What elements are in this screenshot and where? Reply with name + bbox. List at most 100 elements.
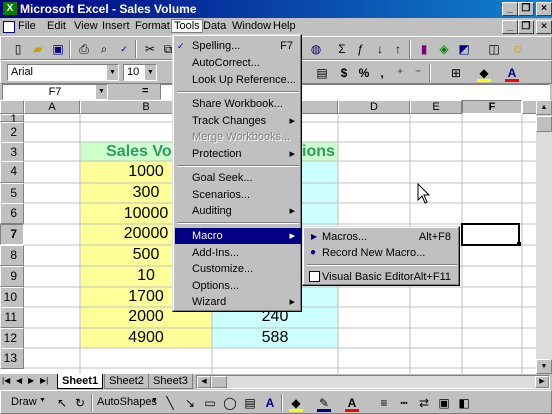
dash-style-icon[interactable]: ┅: [395, 394, 413, 412]
menu-insert[interactable]: Insert: [102, 20, 130, 32]
vertical-scrollbar[interactable]: ▲ ▼: [536, 100, 552, 374]
name-box[interactable]: F7: [2, 84, 108, 100]
tab-last-icon[interactable]: ▶|: [40, 376, 48, 385]
row-header-13[interactable]: 13: [0, 348, 24, 369]
doc-minimize-button[interactable]: _: [502, 20, 518, 34]
increase-decimal-icon[interactable]: ⁺: [391, 64, 409, 82]
row-header-5[interactable]: 5: [0, 183, 24, 204]
percent-button[interactable]: %: [355, 64, 373, 82]
cell-c12[interactable]: 588: [212, 328, 338, 348]
doc-close-button[interactable]: ×: [536, 20, 552, 34]
rectangle-icon[interactable]: ▭: [201, 394, 219, 412]
new-icon[interactable]: ▯: [9, 40, 27, 58]
oval-icon[interactable]: ◯: [221, 394, 239, 412]
scroll-left-icon[interactable]: ◀: [197, 376, 211, 388]
cell-b12[interactable]: 4900: [80, 328, 212, 348]
menu-view[interactable]: View: [74, 20, 98, 32]
horizontal-scrollbar[interactable]: ◀ ▶: [196, 375, 550, 389]
wordart-icon[interactable]: A: [261, 394, 279, 412]
menu-format[interactable]: Format: [135, 20, 170, 32]
menu-item-share-workbook[interactable]: Share Workbook...: [175, 96, 301, 112]
print-preview-icon[interactable]: ⌕: [95, 40, 113, 58]
sort-descending-icon[interactable]: ↑: [389, 40, 407, 58]
row-header-12[interactable]: 12: [0, 328, 24, 349]
menu-file[interactable]: File: [18, 20, 36, 32]
menu-tools[interactable]: Tools: [171, 19, 203, 33]
row-header-6[interactable]: 6: [0, 203, 24, 224]
menu-item-customize[interactable]: Customize...: [175, 261, 301, 277]
web-icon[interactable]: ◍: [307, 40, 325, 58]
arrow-icon[interactable]: ↘: [181, 394, 199, 412]
doc-restore-button[interactable]: ❐: [518, 20, 534, 34]
menu-item-visual-basic-editor[interactable]: Visual Basic Editor Alt+F11: [305, 269, 459, 285]
line-style-icon[interactable]: ≡: [375, 394, 393, 412]
menu-item-auditing[interactable]: Auditing ▸: [175, 203, 301, 219]
menu-edit[interactable]: Edit: [47, 20, 66, 32]
menu-item-macros[interactable]: ▶ Macros... Alt+F8: [305, 229, 459, 245]
tab-next-icon[interactable]: ▶: [28, 376, 34, 385]
row-header-1[interactable]: 1: [0, 113, 24, 125]
tab-first-icon[interactable]: |◀: [2, 376, 10, 385]
row-header-8[interactable]: 8: [0, 245, 24, 266]
zoom-icon[interactable]: ◫: [485, 40, 503, 58]
autosum-icon[interactable]: Σ: [333, 40, 351, 58]
tab-prev-icon[interactable]: ◀: [16, 376, 22, 385]
menu-item-wizard[interactable]: Wizard ▸: [175, 294, 301, 310]
row-header-3[interactable]: 3: [0, 142, 24, 163]
tab-sheet1[interactable]: Sheet1: [57, 374, 104, 389]
row-header-10[interactable]: 10: [0, 287, 24, 308]
currency-button[interactable]: $: [335, 64, 353, 82]
menu-item-scenarios[interactable]: Scenarios...: [175, 187, 301, 203]
menu-item-macro[interactable]: Macro ▸: [175, 228, 301, 244]
draw-menu-button[interactable]: Draw: [11, 396, 37, 408]
size-dropdown-icon[interactable]: ▼: [145, 65, 156, 80]
save-icon[interactable]: ▣: [49, 40, 67, 58]
cut-icon[interactable]: ✂: [141, 40, 159, 58]
row-header-11[interactable]: 11: [0, 307, 24, 328]
spelling-icon[interactable]: ✓: [115, 40, 133, 58]
row-header-2[interactable]: 2: [0, 122, 24, 143]
cell-c3[interactable]: ions: [302, 142, 338, 162]
menu-item-autocorrect[interactable]: AutoCorrect...: [175, 55, 301, 71]
row-header-7[interactable]: 7: [0, 224, 24, 245]
minimize-button[interactable]: _: [502, 2, 518, 16]
menu-help[interactable]: Help: [273, 20, 296, 32]
arrow-style-icon[interactable]: ⇄: [415, 394, 433, 412]
merge-center-icon[interactable]: ▤: [313, 64, 331, 82]
row-header-9[interactable]: 9: [0, 266, 24, 287]
restore-button[interactable]: ❐: [518, 2, 534, 16]
menu-item-options[interactable]: Options...: [175, 278, 301, 294]
hscroll-thumb[interactable]: [211, 376, 227, 388]
sort-ascending-icon[interactable]: ↓: [371, 40, 389, 58]
scroll-thumb[interactable]: [536, 116, 552, 132]
chart-wizard-icon[interactable]: ▮: [415, 40, 433, 58]
close-button[interactable]: ×: [536, 2, 552, 16]
free-rotate-icon[interactable]: ↻: [71, 394, 89, 412]
menu-item-goal-seek[interactable]: Goal Seek...: [175, 170, 301, 186]
scroll-down-icon[interactable]: ▼: [536, 359, 552, 374]
menu-data[interactable]: Data: [203, 20, 226, 32]
office-assistant-icon[interactable]: ☺: [509, 40, 527, 58]
font-name-box[interactable]: Arial: [7, 64, 119, 81]
menu-item-record-macro[interactable]: ● Record New Macro...: [305, 245, 459, 261]
tab-sheet2[interactable]: Sheet2: [104, 374, 149, 389]
menu-item-lookup[interactable]: Look Up Reference...: [175, 72, 301, 88]
comma-button[interactable]: ,: [373, 64, 391, 82]
textbox-icon[interactable]: ▤: [241, 394, 259, 412]
shadow-icon[interactable]: ▣: [435, 394, 453, 412]
menu-window[interactable]: Window: [232, 20, 271, 32]
menu-item-spelling[interactable]: ✓ Spelling... F7: [175, 38, 301, 54]
paste-function-icon[interactable]: ƒ: [351, 40, 369, 58]
equals-button[interactable]: =: [142, 85, 148, 97]
decrease-decimal-icon[interactable]: ⁻: [409, 64, 427, 82]
3d-icon[interactable]: ◧: [455, 394, 473, 412]
menu-item-track-changes[interactable]: Track Changes ▸: [175, 113, 301, 129]
open-icon[interactable]: ▰: [29, 40, 47, 58]
autoshapes-button[interactable]: AutoShapes: [97, 396, 157, 408]
name-box-dropdown-icon[interactable]: ▼: [96, 85, 107, 99]
scroll-up-icon[interactable]: ▲: [536, 100, 552, 115]
line-icon[interactable]: ╲: [161, 394, 179, 412]
scroll-right-icon[interactable]: ▶: [535, 376, 549, 388]
tab-sheet3[interactable]: Sheet3: [148, 374, 193, 389]
borders-icon[interactable]: ⊞: [447, 64, 465, 82]
